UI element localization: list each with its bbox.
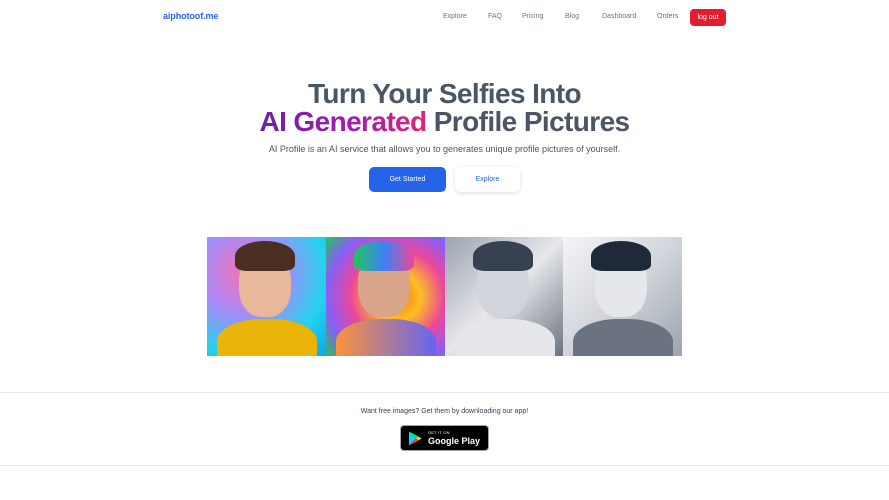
- nav-link-pricing[interactable]: Pricing: [522, 13, 543, 20]
- nav-link-faq[interactable]: FAQ: [488, 13, 502, 20]
- google-play-big-text: Google Play: [428, 436, 481, 446]
- google-play-icon: [409, 431, 422, 446]
- site-logo[interactable]: aiphotoof.me: [163, 11, 218, 21]
- gallery-image-colorful: [207, 237, 326, 356]
- section-divider-bottom: [0, 465, 889, 466]
- nav-link-blog[interactable]: Blog: [565, 13, 579, 20]
- nav-link-explore[interactable]: Explore: [443, 13, 467, 20]
- app-promo-text: Want free images? Get them by downloadin…: [360, 408, 529, 415]
- hero-title-line2: AI Generated Profile Pictures: [0, 106, 889, 138]
- example-gallery: [207, 237, 682, 356]
- get-started-button[interactable]: Get Started: [369, 167, 446, 192]
- gallery-image-grayscale: [444, 237, 564, 356]
- hero-title-highlight: AI Generated: [259, 106, 427, 137]
- google-play-small-text: GET IT ON: [428, 430, 450, 435]
- section-divider-top: [0, 392, 889, 393]
- google-play-badge[interactable]: GET IT ON Google Play: [400, 425, 489, 451]
- gallery-image-sketch: [563, 237, 682, 356]
- top-navbar: aiphotoof.me Explore FAQ Pricing Blog Da…: [0, 0, 889, 36]
- gallery-image-psychedelic: [325, 237, 445, 356]
- hero-title-rest: Profile Pictures: [433, 106, 630, 137]
- logout-button[interactable]: log out: [690, 9, 726, 26]
- nav-link-orders[interactable]: Orders: [657, 13, 678, 20]
- hero-subtitle: AI Profile is an AI service that allows …: [268, 144, 621, 154]
- explore-button[interactable]: Explore: [455, 167, 520, 192]
- nav-link-dashboard[interactable]: Dashboard: [602, 13, 636, 20]
